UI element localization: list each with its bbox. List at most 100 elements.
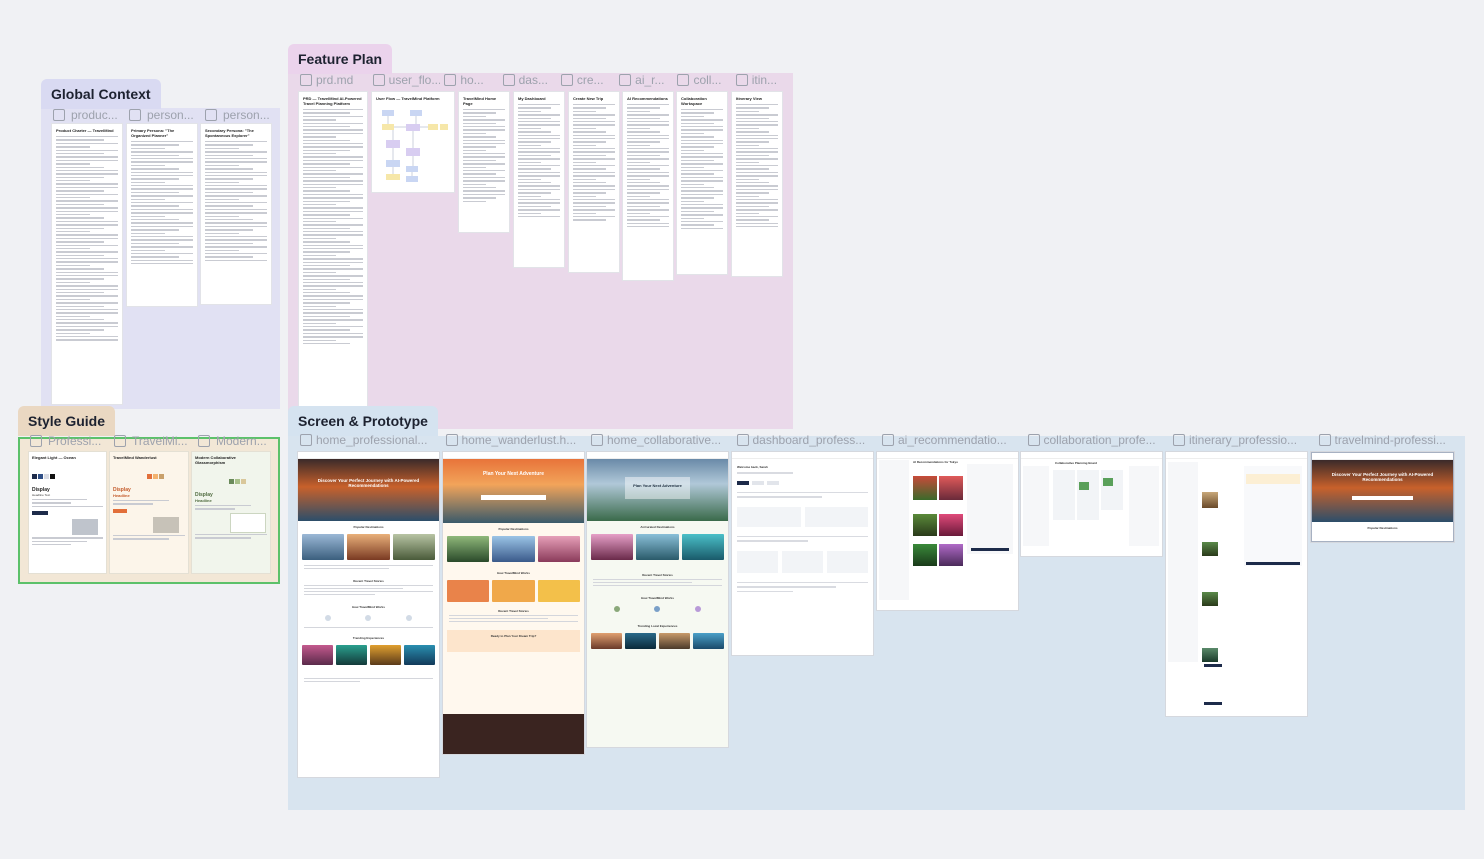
style-guide-ocean[interactable]: Elegant Light — Ocean Display Headline T… — [29, 452, 106, 573]
secondary-persona-doc[interactable]: Secondary Persona: "The Spontaneous Expl… — [201, 124, 271, 304]
board-title: Collaborative Planning Board — [1055, 461, 1098, 465]
product-charter-doc[interactable]: Product Charter — TravelMind — [52, 124, 122, 404]
doc-title: Create New Trip — [573, 96, 604, 101]
file-icon — [300, 434, 312, 446]
destination-cards — [587, 531, 728, 563]
section-title: Recent Travel Stories — [353, 579, 384, 583]
style-guide-glassmorphism[interactable]: Modern Collaborative Glassmorphism Displ… — [192, 452, 270, 573]
file-icon — [129, 109, 141, 121]
file-label: TravelMi... — [132, 434, 188, 448]
screen-nav — [587, 452, 728, 459]
user-flow-doc[interactable]: User Flow — TravelMind Platform — [372, 92, 454, 192]
file-icon — [736, 434, 749, 446]
home-collaborative-screen[interactable]: Plan Your Next Adventure AI-Curated Dest… — [587, 452, 728, 747]
file-icon — [591, 434, 603, 446]
file-label: person... — [147, 108, 194, 122]
section-title: How TravelMind Works — [641, 596, 674, 600]
hero-title: Plan Your Next Adventure — [633, 482, 682, 488]
file-icon — [372, 74, 385, 86]
screen-nav — [443, 452, 584, 459]
dashboard-screen[interactable]: Welcome back, Sarah — [732, 452, 873, 655]
hero-title: Discover Your Perfect Journey with AI-Po… — [317, 477, 420, 488]
file-label: cre... — [576, 73, 604, 87]
style-guide-tag[interactable]: Style Guide — [18, 406, 116, 436]
cta-title: Ready to Plan Your Dream Trip? — [490, 634, 537, 638]
hero-title: Discover Your Perfect Journey with AI-Po… — [1331, 472, 1434, 483]
file-icon — [1173, 434, 1185, 446]
style-guide-wanderlust[interactable]: TravelMind Wanderlust Display Headline — [110, 452, 188, 573]
file-label: ai_r... — [635, 73, 665, 87]
destination-cards — [443, 533, 584, 565]
section-title: How TravelMind Works — [497, 571, 530, 575]
file-label: prd.md — [316, 73, 354, 87]
file-icon — [445, 434, 458, 446]
flow-diagram — [382, 110, 448, 182]
file-icon — [882, 434, 894, 446]
dashboard-title: Welcome back, Sarah — [737, 465, 768, 469]
doc-title: Primary Persona: "The Organized Planner" — [131, 128, 175, 138]
trending-cards — [587, 630, 728, 652]
doc-title: PRD — TravelMind AI-Powered Travel Plann… — [303, 96, 362, 106]
file-icon — [300, 74, 312, 86]
section-title: Recent Travel Stories — [498, 609, 529, 613]
screen-nav — [298, 452, 439, 459]
collaboration-screen[interactable]: Collaborative Planning Board — [1021, 452, 1162, 556]
screen-nav — [1312, 453, 1453, 460]
file-icon — [560, 74, 573, 86]
ai-recommendations-doc[interactable]: AI Recommendations — [623, 92, 673, 280]
hero-image: Plan Your Next Adventure — [587, 459, 728, 521]
file-label: travelmind-professi... — [1334, 433, 1446, 447]
headline-sample: Headline Text — [32, 493, 51, 497]
file-label: Professi... — [48, 434, 102, 448]
prd-doc[interactable]: PRD — TravelMind AI-Powered Travel Plann… — [299, 92, 367, 406]
file-label: home_wanderlust.h... — [461, 433, 577, 447]
doc-title: Modern Collaborative Glassmorphism — [195, 455, 236, 465]
feature-plan-file-labels: prd.md user_flo... ho... das... cre... a… — [300, 73, 790, 87]
file-label: itin... — [751, 73, 778, 87]
file-icon — [114, 435, 126, 447]
dashboard-doc[interactable]: My Dashboard — [514, 92, 564, 267]
screen-file-labels: home_professional... home_wanderlust.h..… — [300, 433, 1460, 447]
doc-title: Itinerary View — [736, 96, 762, 101]
screen-nav — [1021, 452, 1162, 459]
doc-title: Secondary Persona: "The Spontaneous Expl… — [205, 128, 254, 138]
ai-recommendations-screen[interactable]: AI Recommendations for Tokyo — [877, 452, 1018, 610]
file-icon — [444, 74, 457, 86]
file-icon — [205, 109, 217, 121]
global-context-file-labels: produc... person... person... — [53, 108, 278, 122]
feature-plan-tag[interactable]: Feature Plan — [288, 44, 393, 74]
file-label: Modern... — [216, 434, 267, 448]
section-title: Popular Destinations — [1367, 526, 1398, 530]
screen-nav — [877, 452, 1018, 459]
file-icon — [1318, 434, 1331, 446]
primary-persona-doc[interactable]: Primary Persona: "The Organized Planner" — [127, 124, 197, 306]
itinerary-screen[interactable] — [1166, 452, 1307, 716]
global-context-tag[interactable]: Global Context — [41, 79, 161, 109]
file-label: user_flo... — [388, 73, 441, 87]
collaboration-doc[interactable]: Collaboration Workspace — [677, 92, 727, 274]
file-icon — [502, 74, 515, 86]
create-trip-doc[interactable]: Create New Trip — [569, 92, 619, 272]
file-label: home_collaborative... — [607, 433, 722, 447]
section-title: How TravelMind Works — [352, 605, 385, 609]
home-professional-screen[interactable]: Discover Your Perfect Journey with AI-Po… — [298, 452, 439, 777]
screen-prototype-tag[interactable]: Screen & Prototype — [288, 406, 438, 436]
file-label: ai_recommendatio... — [898, 433, 1007, 447]
doc-title: TravelMind Home Page — [463, 96, 497, 106]
section-title: Popular Destinations — [498, 527, 529, 531]
file-label: person... — [223, 108, 270, 122]
file-icon — [735, 74, 748, 86]
home-wanderlust-screen[interactable]: Plan Your Next Adventure Popular Destina… — [443, 452, 584, 754]
itinerary-doc[interactable]: Itinerary View — [732, 92, 782, 276]
hero-image: Discover Your Perfect Journey with AI-Po… — [298, 459, 439, 521]
home-page-doc[interactable]: TravelMind Home Page — [459, 92, 509, 232]
file-label: home_professional... — [316, 433, 428, 447]
file-icon — [1027, 434, 1040, 446]
hero-image: Plan Your Next Adventure — [443, 459, 584, 523]
doc-title: Collaboration Workspace — [681, 96, 707, 106]
prototype-screen[interactable]: Discover Your Perfect Journey with AI-Po… — [1311, 452, 1454, 542]
file-icon — [30, 435, 42, 447]
headline-sample: Headline — [113, 493, 130, 498]
file-label: das... — [518, 73, 548, 87]
how-cards — [443, 577, 584, 605]
